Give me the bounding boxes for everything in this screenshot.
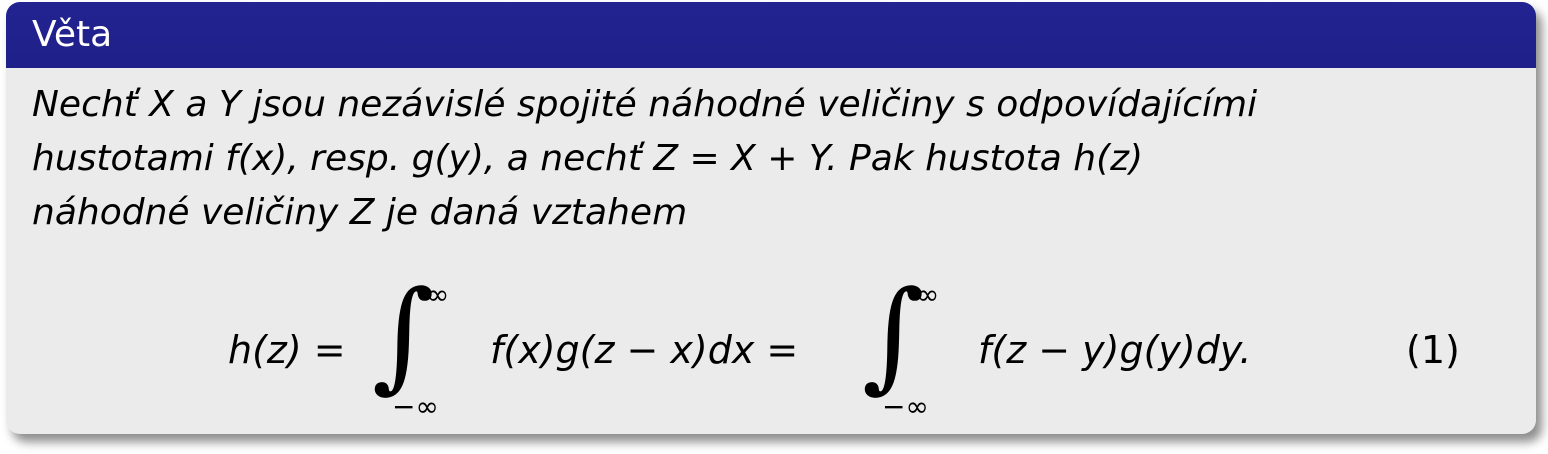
theorem-line-1: Nechť X a Y jsou nezávislé spojité náhod… bbox=[32, 84, 1258, 125]
block-title: Věta bbox=[6, 2, 1536, 68]
theorem-line-2: hustotami f(x), resp. g(y), a nechť Z = … bbox=[32, 138, 1144, 179]
equation-lhs: h(z) = bbox=[228, 328, 346, 372]
theorem-block: Věta Nechť X a Y jsou nezávislé spojité … bbox=[6, 2, 1536, 434]
theorem-line-3: náhodné veličiny Z je daná vztahem bbox=[32, 192, 688, 233]
equation-number: (1) bbox=[1406, 328, 1460, 372]
integrand-1: f(x)g(z − x)dx = bbox=[490, 328, 799, 372]
integral-1-lower-limit: −∞ bbox=[392, 390, 439, 423]
integral-1-upper-limit: ∞ bbox=[426, 278, 450, 311]
integrand-2: f(z − y)g(y)dy. bbox=[978, 328, 1252, 372]
block-body: Nechť X a Y jsou nezávislé spojité náhod… bbox=[6, 68, 1536, 423]
convolution-equation: h(z) = ∫ ∞ −∞ f(x)g(z − x)dx = ∫ ∞ −∞ f(… bbox=[6, 276, 1530, 426]
integral-2-lower-limit: −∞ bbox=[882, 390, 929, 423]
integral-2-upper-limit: ∞ bbox=[916, 278, 940, 311]
